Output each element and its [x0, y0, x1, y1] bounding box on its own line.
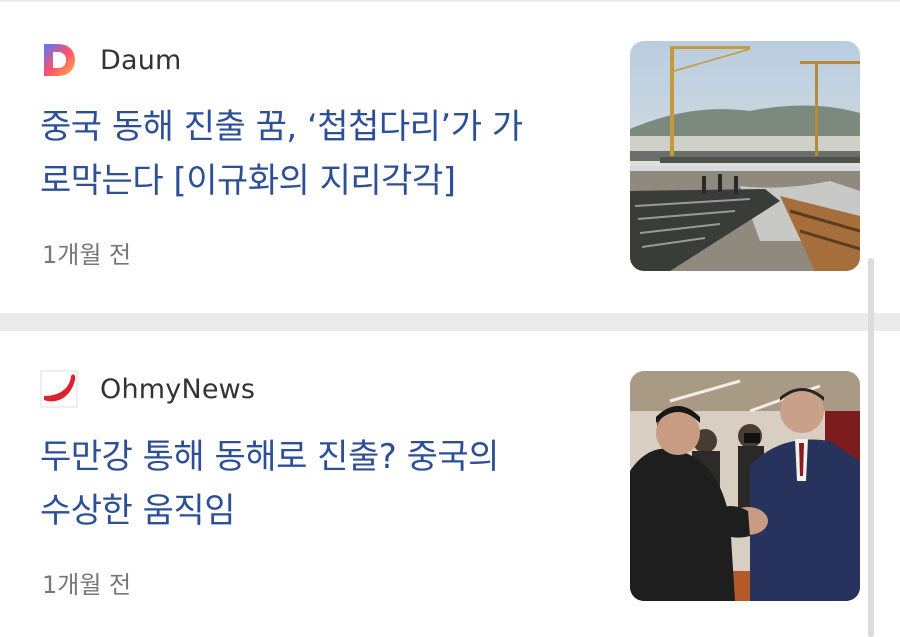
card-separator: [0, 313, 900, 331]
headline-line: 수상한 움직임: [40, 491, 236, 531]
news-source[interactable]: OhmyNews: [40, 370, 255, 408]
article-headline[interactable]: 중국 동해 진출 꿈, ‘첩첩다리’가 가 로막는다 [이규화의 지리각각]: [40, 100, 600, 208]
published-time: 1개월 전: [42, 241, 132, 269]
source-name: OhmyNews: [100, 373, 256, 405]
daum-logo-icon: [40, 41, 78, 79]
headline-line: 로막는다 [이규화의 지리각각]: [40, 161, 456, 201]
news-source[interactable]: Daum: [40, 41, 182, 79]
scrollbar[interactable]: [868, 258, 874, 637]
ohmynews-logo-icon: [40, 370, 78, 408]
article-thumbnail[interactable]: [630, 371, 860, 601]
headline-line: 중국 동해 진출 꿈, ‘첩첩다리’가 가: [40, 107, 523, 147]
published-time: 1개월 전: [42, 571, 132, 599]
headline-line: 두만강 통해 동해로 진출? 중국의: [40, 437, 499, 477]
source-name: Daum: [100, 44, 182, 76]
article-thumbnail[interactable]: [630, 41, 860, 271]
article-headline[interactable]: 두만강 통해 동해로 진출? 중국의 수상한 움직임: [40, 430, 600, 538]
news-card[interactable]: OhmyNews 두만강 통해 동해로 진출? 중국의 수상한 움직임 1개월 …: [0, 331, 900, 637]
news-card[interactable]: Daum 중국 동해 진출 꿈, ‘첩첩다리’가 가 로막는다 [이규화의 지리…: [0, 2, 900, 313]
